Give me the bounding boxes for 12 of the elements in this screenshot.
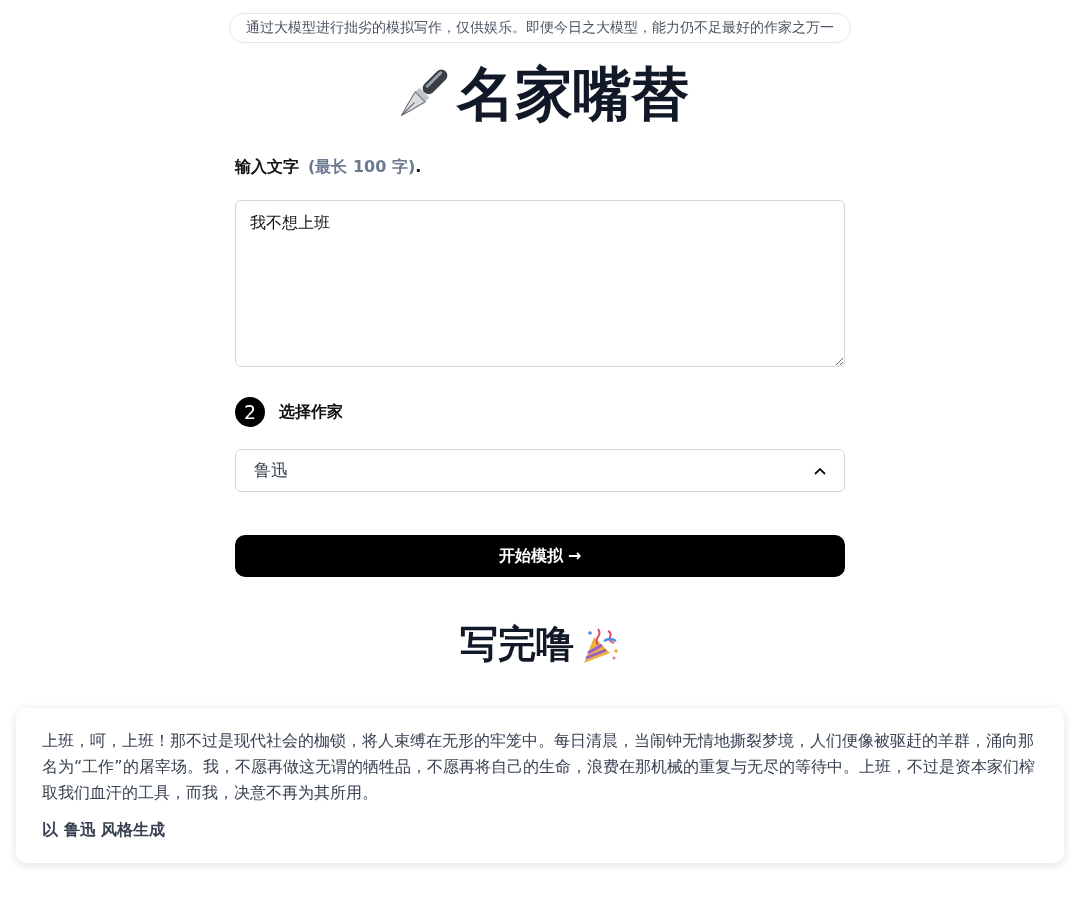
result-heading: 写完噜	[460, 621, 574, 668]
start-button[interactable]: 开始模拟 →	[235, 535, 845, 577]
step-number-badge: 2	[235, 397, 265, 427]
length-hint: (最长 100 字)	[308, 157, 416, 176]
input-label: 输入文字	[235, 157, 299, 176]
text-input[interactable]: 我不想上班	[235, 200, 845, 367]
style-credit: 以 鲁迅 风格生成	[42, 820, 167, 841]
app-title: 名家嘴替	[457, 59, 689, 130]
author-select[interactable]: 鲁迅	[235, 449, 845, 492]
generated-text: 上班，呵，上班！那不过是现代社会的枷锁，将人束缚在无形的牢笼中。每日清晨，当闹钟无情地撕裂梦境，人们便像被驱赶的羊群，涌向那名为“工作”的屠宰场。我，不愿再做这无谓的牺牲品，不愿再将自己的生命，浪费在那机械的重复与无尽的等待中。上班，不过是资本家们榨取我们血汗的工具，而我，决意不再为其所用。	[42, 730, 1036, 804]
step-label: 选择作家	[279, 401, 343, 423]
label-period: .	[415, 157, 422, 176]
